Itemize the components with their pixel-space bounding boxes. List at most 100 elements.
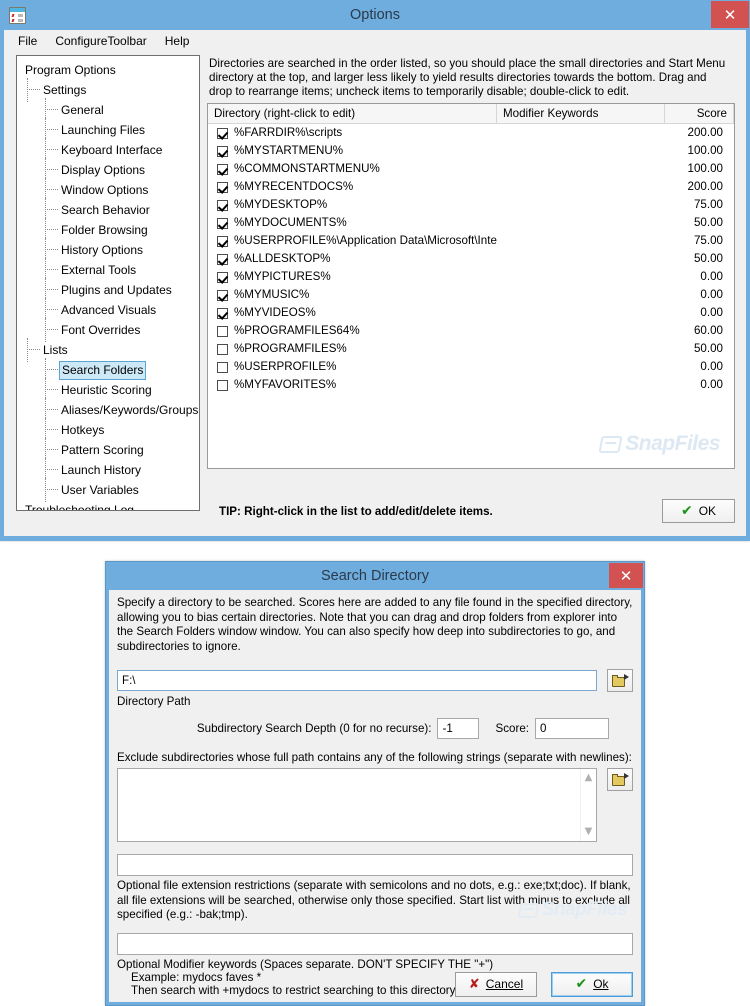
exclude-scrollbar[interactable]: ▲ ▼	[580, 769, 596, 841]
modifier-keywords-input[interactable]	[117, 932, 633, 955]
table-row[interactable]: %MYMUSIC% 0.00	[208, 286, 734, 304]
checkbox-checked-icon[interactable]	[217, 217, 228, 229]
table-row[interactable]: %MYSTARTMENU% 100.00	[208, 142, 734, 160]
directory-path-input[interactable]: F:\	[117, 670, 597, 691]
tree-item-keyboard-interface[interactable]: Keyboard Interface	[23, 138, 197, 162]
directory-label: %MYFAVORITES%	[234, 378, 337, 391]
ok-button[interactable]: ✔ Ok	[551, 971, 633, 997]
table-row[interactable]: %MYRECENTDOCS% 200.00	[208, 178, 734, 196]
checkbox-checked-icon[interactable]	[217, 163, 228, 175]
tree-item-aliases-keywords-groups[interactable]: Aliases/Keywords/Groups	[23, 398, 198, 422]
table-row[interactable]: %USERPROFILE% 0.00	[208, 358, 734, 376]
tree-item-launching-files[interactable]: Launching Files	[23, 118, 197, 142]
options-titlebar[interactable]: Options ✕	[0, 0, 750, 30]
directory-label: %MYDESKTOP%	[234, 198, 328, 211]
table-row[interactable]: %MYDESKTOP% 75.00	[208, 196, 734, 214]
menubar: File ConfigureToolbar Help	[4, 30, 746, 52]
tree-item-heuristic-scoring[interactable]: Heuristic Scoring	[23, 378, 197, 402]
tree-item-search-folders[interactable]: Search Folders	[23, 358, 197, 382]
checkbox-checked-icon[interactable]	[217, 235, 228, 247]
column-header-modifier-keywords[interactable]: Modifier Keywords	[497, 104, 665, 123]
tree-item-window-options[interactable]: Window Options	[23, 178, 197, 202]
tree-item-troubleshooting-log[interactable]: Troubleshooting Log	[23, 500, 197, 510]
table-row[interactable]: %MYPICTURES% 0.00	[208, 268, 734, 286]
tree-item-label: Window Options	[61, 183, 149, 197]
cell-directory: %MYMUSIC%	[208, 286, 497, 304]
menu-item-help[interactable]: Help	[156, 32, 199, 50]
tree-item-plugins-and-updates[interactable]: Plugins and Updates	[23, 278, 197, 302]
table-row[interactable]: %ALLDESKTOP% 50.00	[208, 250, 734, 268]
checkbox-checked-icon[interactable]	[217, 181, 228, 193]
tree-item-label: History Options	[61, 243, 144, 257]
cell-score: 0.00	[700, 288, 723, 301]
tree-item-hotkeys[interactable]: Hotkeys	[23, 418, 197, 442]
checkbox-unchecked-icon[interactable]	[217, 343, 228, 355]
checkbox-checked-icon[interactable]	[217, 307, 228, 319]
tree-item-search-behavior[interactable]: Search Behavior	[23, 198, 197, 222]
snapfiles-watermark: SnapFiles	[598, 432, 720, 456]
tree-item-label: Folder Browsing	[61, 223, 148, 237]
tree-guide-dash	[45, 169, 58, 170]
cancel-button[interactable]: ✘ Cancel	[455, 971, 537, 997]
checkbox-checked-icon[interactable]	[217, 145, 228, 157]
exclude-browse-button[interactable]	[607, 768, 633, 791]
panel-description: Directories are searched in the order li…	[209, 57, 726, 98]
table-row[interactable]: %COMMONSTARTMENU% 100.00	[208, 160, 734, 178]
table-row[interactable]: %PROGRAMFILES% 50.00	[208, 340, 734, 358]
tree-item-pattern-scoring[interactable]: Pattern Scoring	[23, 438, 197, 462]
extensions-input[interactable]	[117, 854, 633, 876]
checkbox-unchecked-icon[interactable]	[217, 379, 228, 391]
tree-item-user-variables[interactable]: User Variables	[23, 478, 197, 502]
table-row[interactable]: %MYDOCUMENTS% 50.00	[208, 214, 734, 232]
table-row[interactable]: %USERPROFILE%\Application Data\Microsoft…	[208, 232, 734, 250]
menu-item-configuretoolbar[interactable]: ConfigureToolbar	[46, 32, 155, 50]
tree-item-label: Search Behavior	[61, 203, 150, 217]
tree-item-external-tools[interactable]: External Tools	[23, 258, 197, 282]
checkbox-unchecked-icon[interactable]	[217, 325, 228, 337]
tree-item-history-options[interactable]: History Options	[23, 238, 197, 262]
scroll-down-icon[interactable]: ▼	[581, 825, 596, 839]
tree-item-lists[interactable]: Lists	[23, 338, 197, 362]
modifier-help-block: Optional Modifier keywords (Spaces separ…	[117, 958, 633, 1006]
tree-item-folder-browsing[interactable]: Folder Browsing	[23, 218, 197, 242]
checkbox-checked-icon[interactable]	[217, 127, 228, 139]
tree-guide-line	[27, 338, 28, 362]
column-header-score[interactable]: Score	[665, 104, 734, 123]
tree-item-label: General	[61, 103, 104, 117]
tree-item-font-overrides[interactable]: Font Overrides	[23, 318, 197, 342]
checkbox-unchecked-icon[interactable]	[217, 361, 228, 373]
cell-directory: %PROGRAMFILES64%	[208, 322, 497, 340]
checkbox-checked-icon[interactable]	[217, 253, 228, 265]
directory-label: %USERPROFILE%	[234, 360, 337, 373]
checkbox-checked-icon[interactable]	[217, 289, 228, 301]
directory-path-browse-button[interactable]	[607, 669, 633, 692]
cell-directory: %MYDESKTOP%	[208, 196, 497, 214]
tree-item-launch-history[interactable]: Launch History	[23, 458, 197, 482]
exclude-textarea[interactable]: ▲ ▼	[117, 768, 597, 842]
directory-label: %MYDOCUMENTS%	[234, 216, 347, 229]
close-icon[interactable]: ✕	[711, 1, 749, 28]
checkbox-checked-icon[interactable]	[217, 199, 228, 211]
column-header-directory[interactable]: Directory (right-click to edit)	[208, 104, 497, 123]
settings-tree[interactable]: Program Options Settings General Launching …	[16, 55, 200, 511]
tree-item-program-options[interactable]: Program Options	[23, 60, 197, 80]
depth-input[interactable]: -1	[437, 718, 480, 739]
close-icon[interactable]: ✕	[609, 563, 643, 588]
directory-label: %MYRECENTDOCS%	[234, 180, 354, 193]
tree-item-display-options[interactable]: Display Options	[23, 158, 197, 182]
ok-button[interactable]: ✔ OK	[662, 499, 735, 523]
tree-item-advanced-visuals[interactable]: Advanced Visuals	[23, 298, 197, 322]
scroll-up-icon[interactable]: ▲	[581, 771, 596, 785]
tree-item-settings[interactable]: Settings	[23, 78, 197, 102]
score-input[interactable]: 0	[535, 718, 609, 739]
search-folders-listbox[interactable]: Directory (right-click to edit) Modifier…	[207, 103, 735, 469]
search-directory-titlebar[interactable]: Search Directory ✕	[106, 562, 644, 590]
menu-item-file[interactable]: File	[14, 32, 46, 50]
tree-item-general[interactable]: General	[23, 98, 197, 122]
checkbox-checked-icon[interactable]	[217, 271, 228, 283]
table-row[interactable]: %FARRDIR%\scripts 200.00	[208, 124, 734, 142]
table-row[interactable]: %MYVIDEOS% 0.00	[208, 304, 734, 322]
table-row[interactable]: %PROGRAMFILES64% 60.00	[208, 322, 734, 340]
tree-guide-dash	[45, 409, 58, 410]
table-row[interactable]: %MYFAVORITES% 0.00	[208, 376, 734, 394]
